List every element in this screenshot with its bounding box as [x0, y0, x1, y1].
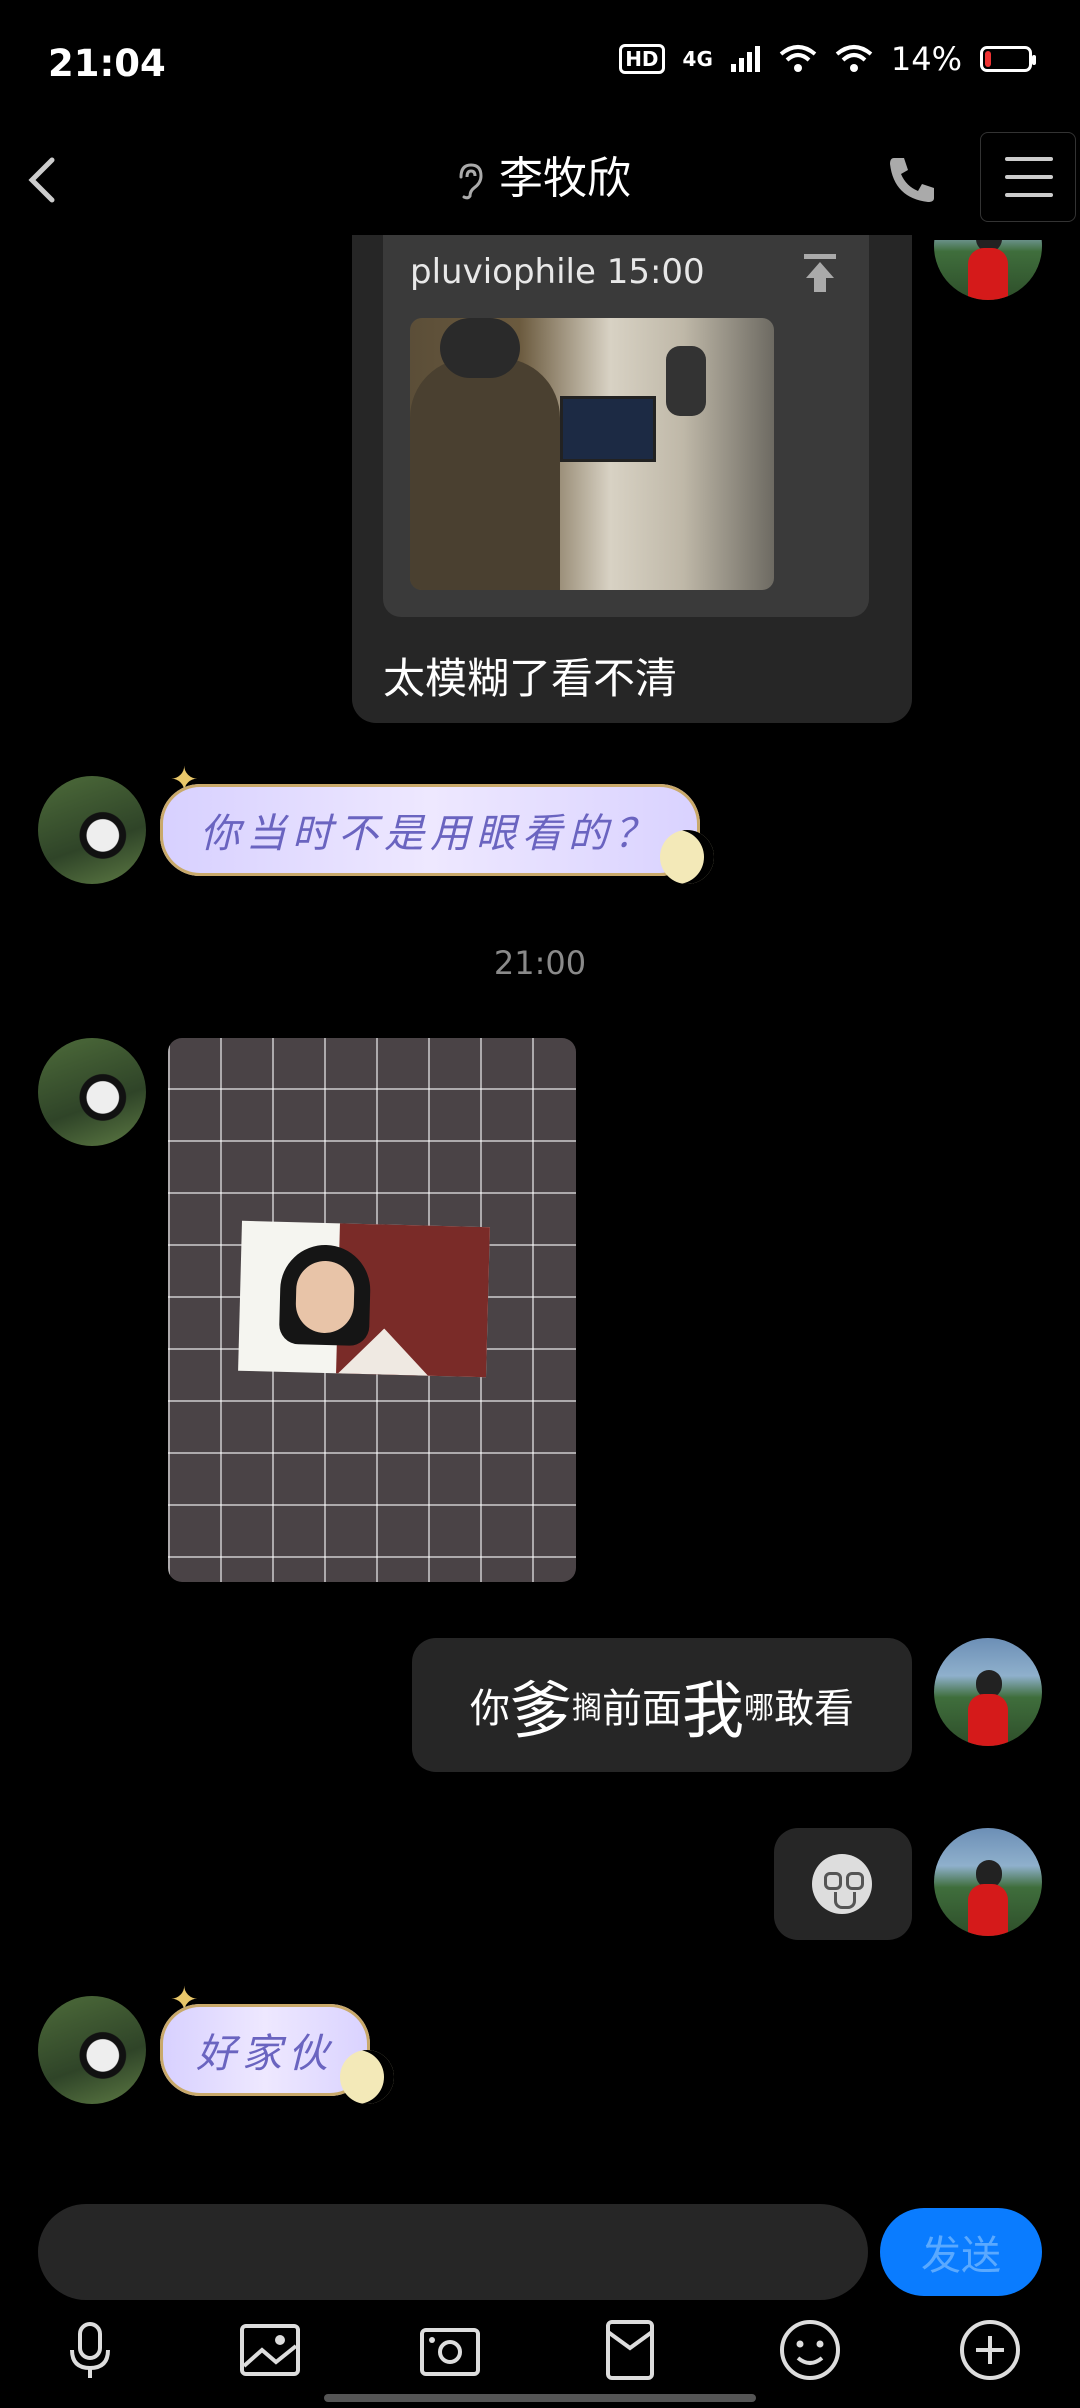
fancy-message-bubble[interactable]: 好家伙	[160, 2004, 370, 2096]
hd-icon: HD	[619, 44, 665, 74]
photo-message[interactable]	[168, 1038, 576, 1582]
avatar-self[interactable]	[934, 1638, 1042, 1746]
moon-decoration-icon	[660, 830, 714, 884]
status-bar: 21:04 HD 4G 14%	[0, 0, 1080, 130]
message-text-part: 前面	[602, 1686, 682, 1732]
battery-percent: 14%	[890, 40, 962, 78]
message-text: 太模糊了看不清	[383, 654, 678, 703]
plus-icon[interactable]	[956, 2316, 1024, 2384]
phone-icon	[890, 158, 934, 202]
hamburger-menu-icon	[1005, 157, 1053, 161]
message-text: 你当时不是用眼看的？	[200, 811, 660, 857]
avatar-contact[interactable]	[38, 1038, 146, 1146]
ear-icon	[459, 163, 483, 200]
message-text: 好家伙	[196, 2031, 334, 2077]
battery-icon	[980, 46, 1036, 72]
id-photo	[238, 1220, 490, 1378]
emoji-icon[interactable]	[776, 2316, 844, 2384]
wifi-icon-2	[835, 45, 873, 72]
send-button[interactable]: 发送	[880, 2208, 1042, 2296]
wifi-icon	[779, 45, 817, 72]
pin-top-icon[interactable]	[800, 252, 840, 296]
quote-meta: pluviophile 15:00	[410, 252, 705, 292]
avatar-contact[interactable]	[38, 1996, 146, 2104]
fancy-message-bubble[interactable]: 你当时不是用眼看的？	[160, 784, 700, 876]
contact-name: 李牧欣	[499, 153, 631, 204]
timestamp: 21:00	[493, 944, 587, 982]
status-icons: HD 4G 14%	[619, 40, 1036, 78]
signal-icon	[730, 46, 760, 72]
camera-icon[interactable]	[416, 2316, 484, 2384]
quoted-photo[interactable]	[410, 318, 774, 590]
moon-decoration-icon	[340, 2050, 394, 2104]
message-text-part: 哪	[744, 1691, 775, 1726]
message-text-part: 搁	[572, 1691, 602, 1726]
red-packet-icon[interactable]	[596, 2316, 664, 2384]
hamburger-line	[1005, 175, 1053, 179]
sticker-face-icon	[812, 1854, 872, 1914]
message-text-part: 爹	[509, 1674, 572, 1747]
call-button[interactable]	[880, 148, 944, 212]
status-time: 21:04	[48, 42, 166, 85]
image-icon[interactable]	[236, 2316, 304, 2384]
message-text-part: 敢看	[774, 1686, 855, 1732]
avatar-contact[interactable]	[38, 776, 146, 884]
menu-button[interactable]	[980, 132, 1076, 222]
microphone-icon[interactable]	[56, 2316, 124, 2384]
message-text-part: 我	[682, 1674, 745, 1747]
sent-message-bubble[interactable]: 你爹搁前面我哪敢看	[412, 1638, 912, 1772]
chat-toolbar	[0, 2316, 1080, 2386]
network-label: 4G	[682, 47, 713, 71]
message-input[interactable]	[38, 2204, 868, 2300]
home-indicator[interactable]	[324, 2394, 756, 2402]
avatar-self[interactable]	[934, 1828, 1042, 1936]
sticker-message-bubble[interactable]	[774, 1828, 912, 1940]
message-text-part: 你	[469, 1686, 510, 1732]
hamburger-line	[1005, 193, 1053, 197]
